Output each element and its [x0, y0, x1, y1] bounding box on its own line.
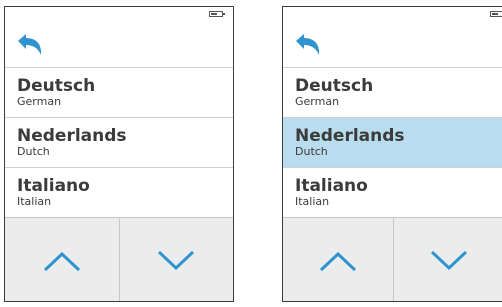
- language-item-deutsch[interactable]: Deutsch German: [5, 67, 233, 117]
- scroll-nav-bar: [283, 217, 502, 301]
- scroll-nav-bar: [5, 217, 234, 301]
- back-button[interactable]: [15, 31, 47, 61]
- language-name: Deutsch: [295, 76, 374, 96]
- device-screen-left: Deutsch German Nederlands Dutch Italiano…: [4, 6, 234, 302]
- back-arrow-icon: [18, 34, 42, 55]
- language-subtitle: Dutch: [17, 145, 50, 158]
- language-name: Nederlands: [17, 126, 127, 146]
- language-list: Deutsch German Nederlands Dutch Italiano…: [283, 67, 502, 217]
- status-bar: [283, 7, 502, 22]
- back-button[interactable]: [293, 31, 325, 61]
- chevron-down-icon: [158, 250, 195, 271]
- language-item-italiano[interactable]: Italiano Italian: [5, 167, 233, 217]
- language-item-deutsch[interactable]: Deutsch German: [283, 67, 502, 117]
- language-subtitle: Italian: [295, 195, 330, 208]
- language-name: Italiano: [295, 176, 368, 196]
- language-subtitle: German: [295, 95, 340, 108]
- back-arrow-icon: [296, 34, 320, 55]
- battery-icon: [209, 11, 225, 17]
- language-subtitle: Dutch: [295, 145, 328, 158]
- language-item-nederlands[interactable]: Nederlands Dutch: [5, 117, 233, 167]
- scroll-up-button[interactable]: [5, 218, 119, 301]
- scroll-down-button[interactable]: [118, 218, 234, 301]
- scroll-down-button[interactable]: [393, 218, 502, 301]
- language-item-italiano[interactable]: Italiano Italian: [283, 167, 502, 217]
- language-subtitle: Italian: [17, 195, 52, 208]
- device-screen-right: Deutsch German Nederlands Dutch Italiano…: [282, 6, 502, 302]
- status-bar: [5, 7, 233, 22]
- language-name: Nederlands: [295, 126, 405, 146]
- scroll-up-button[interactable]: [283, 218, 393, 301]
- chevron-down-icon: [430, 250, 468, 271]
- language-item-nederlands[interactable]: Nederlands Dutch: [283, 117, 502, 167]
- chevron-up-icon: [319, 251, 357, 272]
- language-name: Deutsch: [17, 76, 96, 96]
- language-name: Italiano: [17, 176, 90, 196]
- battery-icon: [490, 11, 502, 17]
- chevron-up-icon: [43, 251, 80, 272]
- language-list: Deutsch German Nederlands Dutch Italiano…: [5, 67, 233, 217]
- language-subtitle: German: [17, 95, 62, 108]
